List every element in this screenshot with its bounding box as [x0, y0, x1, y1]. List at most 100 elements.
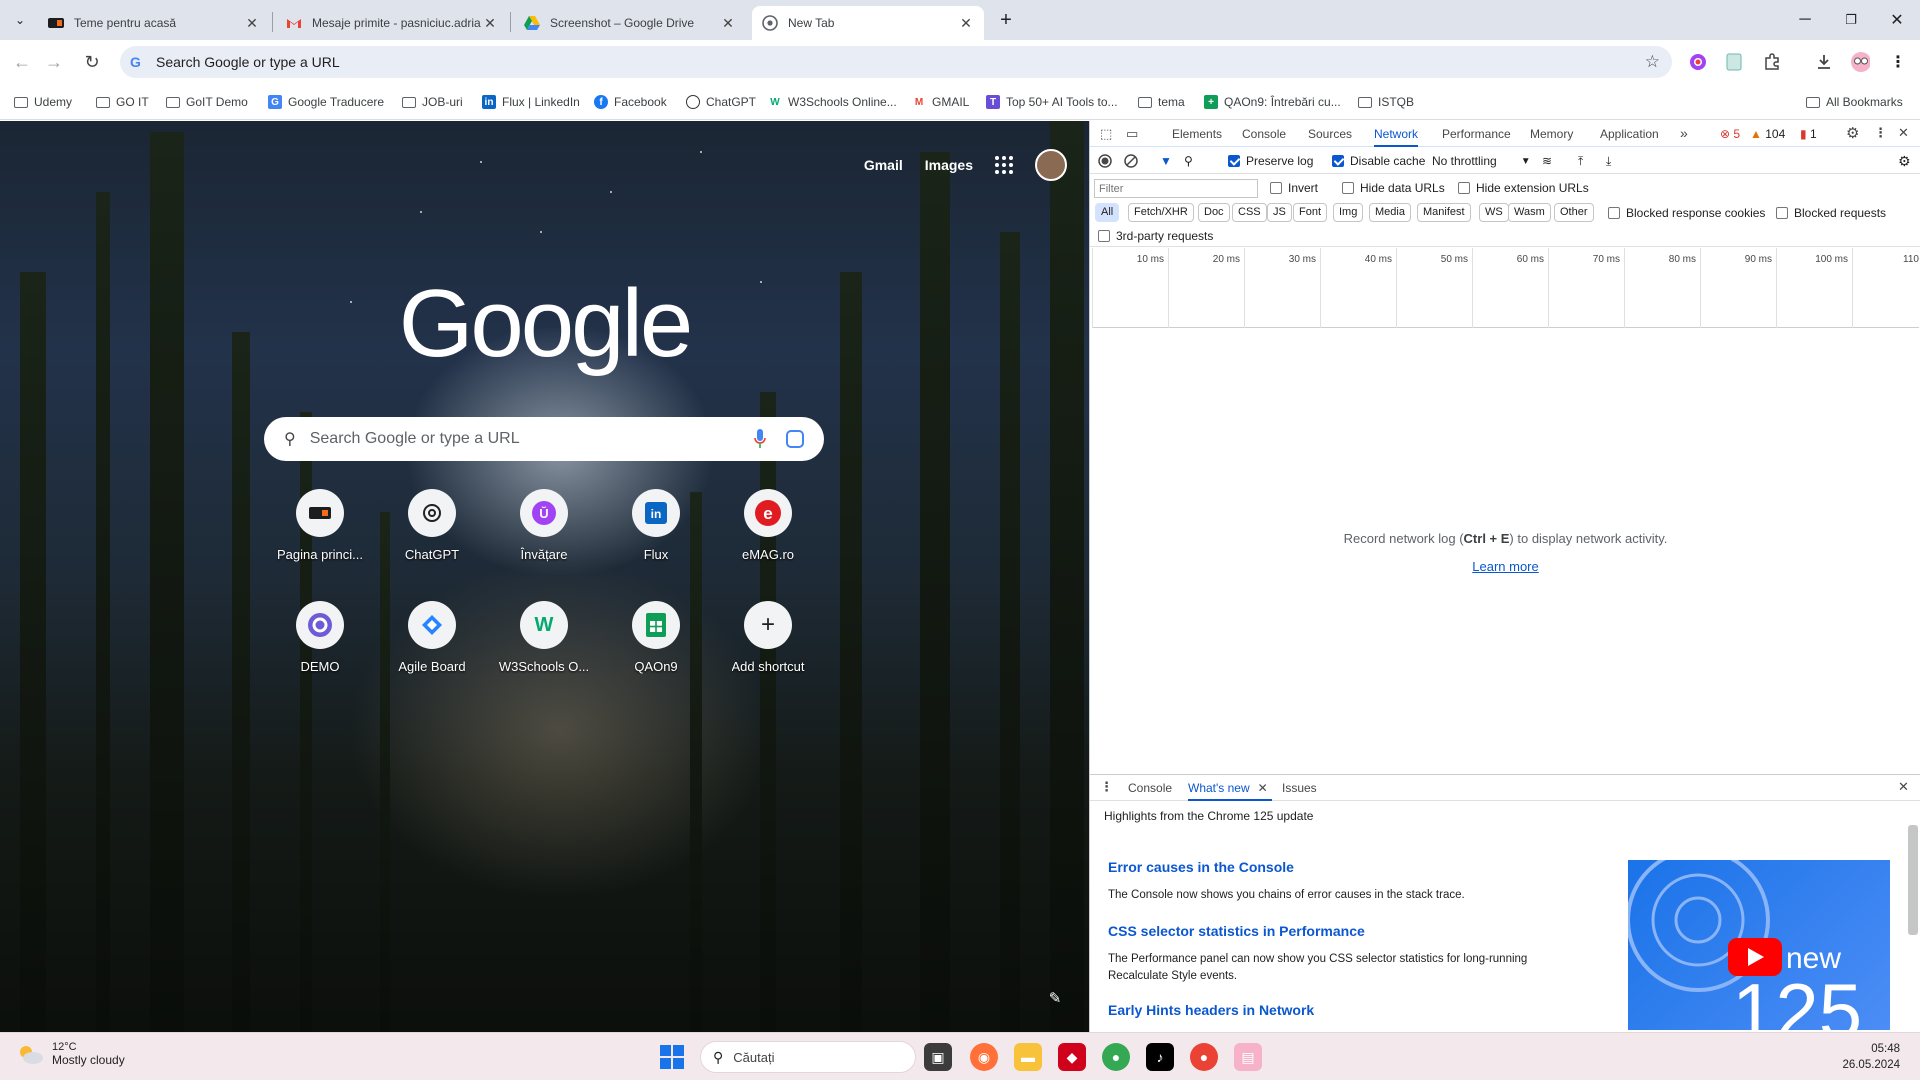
- tab-drive[interactable]: Screenshot – Google Drive ✕: [514, 6, 746, 40]
- whats-new-item-title[interactable]: Error causes in the Console: [1108, 859, 1294, 875]
- bookmark-udemy[interactable]: Udemy: [14, 92, 72, 112]
- tab-network[interactable]: Network: [1374, 121, 1419, 147]
- filter-other[interactable]: Other: [1554, 203, 1594, 222]
- close-icon[interactable]: ✕: [720, 15, 736, 32]
- bookmark-linkedin[interactable]: in Flux | LinkedIn: [482, 92, 580, 112]
- shortcut-pagina-principala[interactable]: Pagina princi...: [264, 481, 376, 593]
- file-explorer-icon[interactable]: ▬: [1014, 1043, 1042, 1071]
- warning-count[interactable]: ▲ 104: [1750, 121, 1785, 147]
- tab-teme[interactable]: Teme pentru acasă ✕: [38, 6, 270, 40]
- google-lens-icon[interactable]: [786, 430, 804, 448]
- error-count[interactable]: ⊗ 5: [1720, 121, 1740, 147]
- windows-start-icon[interactable]: [660, 1045, 684, 1069]
- profile-avatar-icon[interactable]: [1850, 52, 1870, 72]
- learn-more-link[interactable]: Learn more: [1090, 559, 1920, 574]
- filter-ws[interactable]: WS: [1479, 203, 1509, 222]
- whats-new-video-thumbnail[interactable]: new 125: [1628, 860, 1890, 1030]
- bookmark-w3schools[interactable]: W W3Schools Online...: [768, 92, 896, 112]
- shortcut-emag[interactable]: e eMAG.ro: [712, 481, 824, 593]
- tab-search-button[interactable]: ⌄: [4, 0, 36, 40]
- taskbar-search-box[interactable]: ⚲ Căutați: [700, 1041, 916, 1073]
- customize-pencil-icon[interactable]: ✎: [1039, 982, 1071, 1014]
- firefox-icon[interactable]: ◉: [970, 1043, 998, 1071]
- reload-icon[interactable]: ↻: [78, 48, 106, 76]
- bookmark-tema[interactable]: tema: [1138, 92, 1185, 112]
- preserve-log-checkbox[interactable]: Preserve log: [1228, 148, 1313, 174]
- bookmark-goit-demo[interactable]: GoIT Demo: [166, 92, 248, 112]
- add-shortcut[interactable]: + Add shortcut: [712, 593, 824, 705]
- images-link[interactable]: Images: [925, 157, 973, 173]
- tab-gmail[interactable]: Mesaje primite - pasniciuc.adria ✕: [276, 6, 508, 40]
- throttling-select[interactable]: No throttling ▼: [1432, 148, 1531, 174]
- drawer-menu-kebab-icon[interactable]: ⋮: [1100, 779, 1113, 795]
- bookmark-ai-tools[interactable]: T Top 50+ AI Tools to...: [986, 92, 1118, 112]
- devtools-menu-kebab-icon[interactable]: ⋮: [1874, 125, 1887, 141]
- bookmark-google-traducere[interactable]: G Google Traducere: [268, 92, 384, 112]
- bookmark-facebook[interactable]: f Facebook: [594, 92, 667, 112]
- invert-checkbox[interactable]: Invert: [1270, 175, 1318, 201]
- devtools-close-icon[interactable]: ✕: [1898, 125, 1909, 141]
- close-icon[interactable]: ✕: [244, 15, 260, 32]
- whats-new-item-title[interactable]: CSS selector statistics in Performance: [1108, 923, 1365, 939]
- shortcut-flux[interactable]: in Flux: [600, 481, 712, 593]
- weather-widget[interactable]: 12°C Mostly cloudy: [16, 1041, 125, 1067]
- chrome-icon[interactable]: ●: [1102, 1043, 1130, 1071]
- extension-notes-icon[interactable]: [1724, 52, 1744, 72]
- scrollbar-thumb[interactable]: [1908, 825, 1918, 935]
- blocked-requests-checkbox[interactable]: Blocked requests: [1776, 200, 1886, 226]
- record-icon[interactable]: [1098, 148, 1112, 174]
- filter-js[interactable]: JS: [1267, 203, 1292, 222]
- bookmark-chatgpt[interactable]: ChatGPT: [686, 92, 756, 112]
- drawer-scrollbar[interactable]: [1907, 813, 1919, 1025]
- voice-search-icon[interactable]: [752, 428, 768, 450]
- filter-fetch-xhr[interactable]: Fetch/XHR: [1128, 203, 1194, 222]
- drawer-tab-whats-new[interactable]: What's new ✕: [1188, 775, 1272, 801]
- filter-doc[interactable]: Doc: [1198, 203, 1230, 222]
- back-arrow-icon[interactable]: ←: [8, 48, 36, 76]
- issue-count[interactable]: ▮ 1: [1800, 121, 1817, 147]
- search-icon[interactable]: ⚲: [1184, 148, 1193, 174]
- apps-grid-icon[interactable]: [995, 156, 1013, 174]
- drawer-tab-console[interactable]: Console: [1128, 775, 1172, 801]
- network-conditions-wifi-icon[interactable]: ≋: [1542, 148, 1552, 174]
- tiktok-icon[interactable]: ♪: [1146, 1043, 1174, 1071]
- extension-color-icon[interactable]: [1688, 52, 1708, 72]
- address-bar[interactable]: G Search Google or type a URL ☆: [120, 46, 1672, 78]
- device-toolbar-icon[interactable]: ▭: [1126, 126, 1138, 142]
- third-party-checkbox[interactable]: 3rd-party requests: [1098, 223, 1213, 249]
- shortcut-agile-board[interactable]: Agile Board: [376, 593, 488, 705]
- inspect-element-icon[interactable]: ⬚: [1100, 126, 1112, 142]
- shortcut-w3schools[interactable]: W W3Schools O...: [488, 593, 600, 705]
- tab-elements[interactable]: Elements: [1172, 121, 1222, 147]
- minimize-icon[interactable]: ─: [1782, 0, 1828, 40]
- chrome-profile-icon[interactable]: ●: [1190, 1043, 1218, 1071]
- bookmark-qaon9[interactable]: + QAOn9: Întrebări cu...: [1204, 92, 1341, 112]
- filter-manifest[interactable]: Manifest: [1417, 203, 1471, 222]
- filter-font[interactable]: Font: [1293, 203, 1328, 222]
- ntp-search-box[interactable]: ⚲ Search Google or type a URL: [264, 417, 824, 461]
- disable-cache-checkbox[interactable]: Disable cache: [1332, 148, 1425, 174]
- hide-extension-urls-checkbox[interactable]: Hide extension URLs: [1458, 175, 1589, 201]
- shortcut-demo[interactable]: DEMO: [264, 593, 376, 705]
- shortcut-qaon9[interactable]: QAOn9: [600, 593, 712, 705]
- filter-img[interactable]: Img: [1333, 203, 1364, 222]
- hide-data-urls-checkbox[interactable]: Hide data URLs: [1342, 175, 1445, 201]
- blocked-response-cookies-checkbox[interactable]: Blocked response cookies: [1608, 200, 1765, 226]
- task-view-icon[interactable]: ▣: [924, 1043, 952, 1071]
- antivirus-icon[interactable]: ◆: [1058, 1043, 1086, 1071]
- tab-application[interactable]: Application: [1600, 121, 1659, 147]
- menu-kebab-icon[interactable]: ⋮: [1888, 52, 1908, 72]
- system-clock[interactable]: 05:48 26.05.2024: [1842, 1041, 1900, 1073]
- bookmark-job-uri[interactable]: JOB-uri: [402, 92, 463, 112]
- network-filter-input[interactable]: [1094, 179, 1258, 198]
- close-icon[interactable]: ✕: [1258, 781, 1268, 795]
- close-icon[interactable]: ✕: [482, 15, 498, 32]
- shortcut-chatgpt[interactable]: ChatGPT: [376, 481, 488, 593]
- download-icon[interactable]: [1814, 52, 1834, 72]
- notes-app-icon[interactable]: ▤: [1234, 1043, 1262, 1071]
- filter-css[interactable]: CSS: [1232, 203, 1267, 222]
- filter-all[interactable]: All: [1095, 203, 1120, 222]
- drawer-tab-issues[interactable]: Issues: [1282, 775, 1317, 801]
- account-avatar[interactable]: [1035, 149, 1067, 181]
- whats-new-item-title[interactable]: Early Hints headers in Network: [1108, 1002, 1314, 1018]
